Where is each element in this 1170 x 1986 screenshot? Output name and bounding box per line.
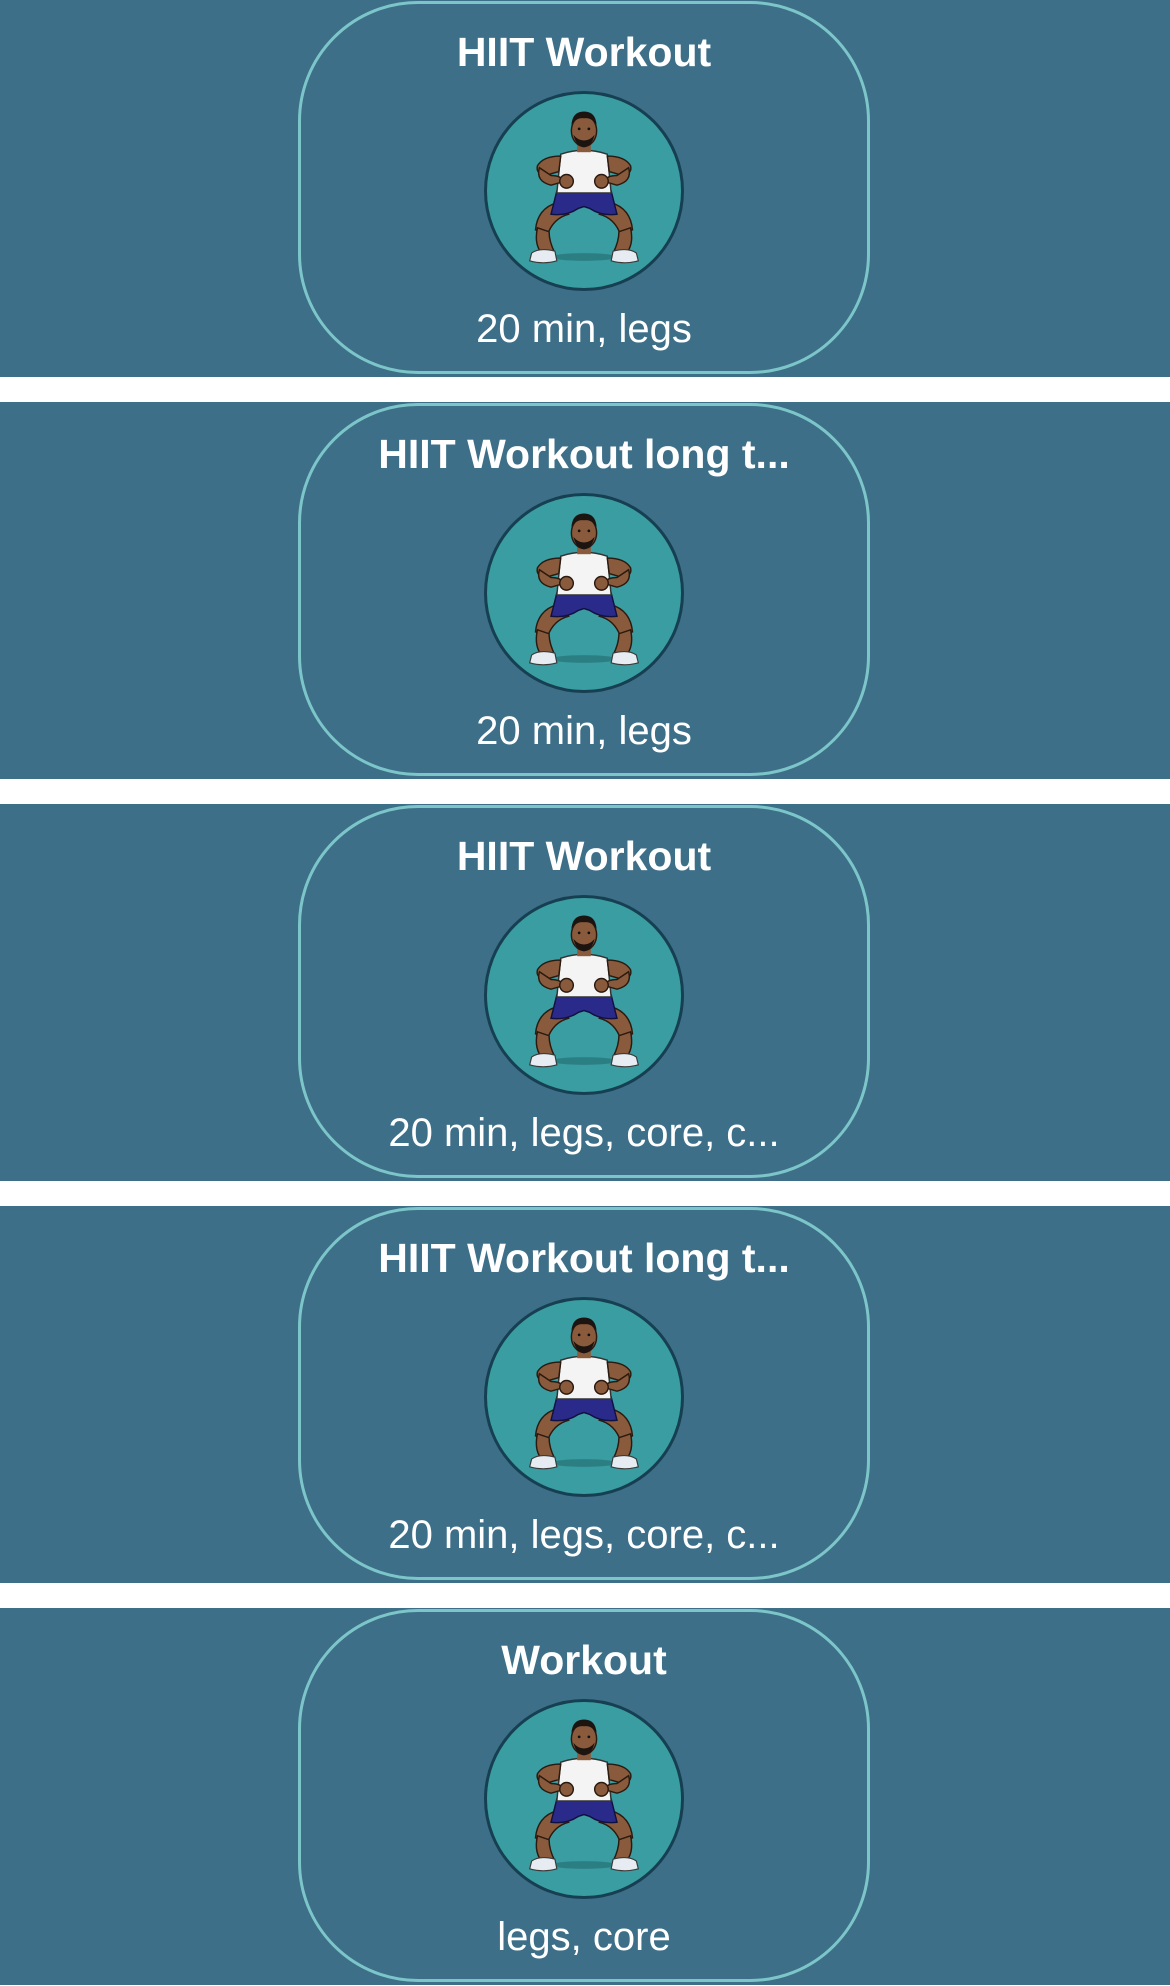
squat-athlete-icon xyxy=(484,91,684,291)
workout-card[interactable]: HIIT Workout long t... 20 min, legs, cor… xyxy=(298,1207,870,1580)
workout-card[interactable]: HIIT Workout 20 min, legs, core, c... xyxy=(298,805,870,1178)
workout-subtitle: 20 min, legs, core, c... xyxy=(388,1513,780,1557)
workout-list: HIIT Workout 20 min, legs HIIT Workout l… xyxy=(0,0,1170,1986)
workout-card[interactable]: Workout legs, core xyxy=(298,1609,870,1982)
workout-title: HIIT Workout long t... xyxy=(378,1235,790,1281)
workout-title: HIIT Workout xyxy=(456,29,712,75)
squat-athlete-icon xyxy=(484,493,684,693)
squat-athlete-icon xyxy=(484,895,684,1095)
workout-title: Workout xyxy=(501,1637,667,1683)
workout-subtitle: 20 min, legs xyxy=(476,709,692,753)
workout-row[interactable]: HIIT Workout long t... 20 min, legs, cor… xyxy=(0,1206,1170,1583)
workout-row[interactable]: HIIT Workout 20 min, legs, core, c... xyxy=(0,804,1170,1181)
workout-row[interactable]: HIIT Workout long t... 20 min, legs xyxy=(0,402,1170,779)
workout-card[interactable]: HIIT Workout 20 min, legs xyxy=(298,1,870,374)
squat-athlete-icon xyxy=(484,1699,684,1899)
workout-row[interactable]: Workout legs, core xyxy=(0,1608,1170,1985)
workout-row[interactable]: HIIT Workout 20 min, legs xyxy=(0,0,1170,377)
workout-subtitle: 20 min, legs, core, c... xyxy=(388,1111,780,1155)
workout-title: HIIT Workout long t... xyxy=(378,431,790,477)
workout-subtitle: legs, core xyxy=(497,1915,671,1959)
workout-title: HIIT Workout xyxy=(456,833,712,879)
workout-subtitle: 20 min, legs xyxy=(476,307,692,351)
workout-card[interactable]: HIIT Workout long t... 20 min, legs xyxy=(298,403,870,776)
squat-athlete-icon xyxy=(484,1297,684,1497)
